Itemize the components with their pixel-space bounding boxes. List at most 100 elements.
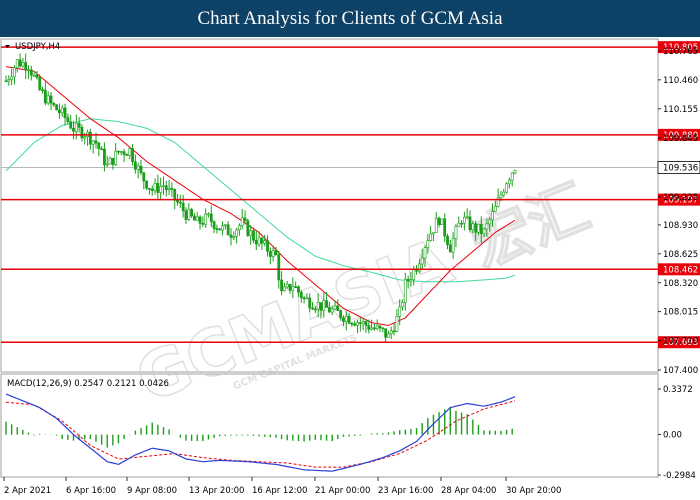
price-tick-label: 108.930 xyxy=(663,221,698,231)
candle-body xyxy=(465,216,469,219)
candle-body xyxy=(153,182,157,191)
time-tick-label: 16 Apr 12:00 xyxy=(252,486,307,496)
candle-body xyxy=(223,224,227,227)
macd-tick-label: 0.3372 xyxy=(663,385,693,395)
candle-body xyxy=(350,323,354,325)
watermark-brand: GCMASIA xyxy=(127,225,463,418)
candle-body xyxy=(13,67,16,78)
time-tick-label: 23 Apr 16:00 xyxy=(378,486,433,496)
candle-body xyxy=(83,136,87,139)
watermark: GCMASIA 宏汇GCM CAPITAL MARKETS xyxy=(126,171,600,418)
candle-body xyxy=(477,223,480,233)
candle-body xyxy=(94,140,98,144)
candle-body xyxy=(285,283,289,288)
candle-body xyxy=(201,223,205,225)
candle-body xyxy=(145,180,149,189)
candle-body xyxy=(491,211,494,221)
candle-body xyxy=(198,216,202,224)
candle-body xyxy=(117,150,120,153)
candle-body xyxy=(322,300,326,311)
candle-body xyxy=(412,268,416,280)
candle-body xyxy=(46,95,50,104)
candle-body xyxy=(372,327,376,330)
candle-body xyxy=(420,257,424,265)
candle-body xyxy=(167,188,171,191)
candle-body xyxy=(426,240,430,249)
candle-body xyxy=(471,223,475,231)
candle-body xyxy=(100,148,104,151)
candle-body xyxy=(27,69,30,72)
candle-body xyxy=(448,244,452,253)
candle-body xyxy=(69,121,73,129)
candle-body xyxy=(221,225,224,231)
candle-body xyxy=(212,221,216,229)
candle-body xyxy=(119,151,123,153)
candle-body xyxy=(246,220,250,236)
macd-tick-label: -0.2984 xyxy=(663,471,696,481)
candle-body xyxy=(240,217,244,226)
candle-body xyxy=(108,157,112,165)
candle-body xyxy=(479,223,483,235)
candle-body xyxy=(7,79,11,82)
candle-body xyxy=(15,59,19,69)
price-tick-label: 109.225 xyxy=(663,193,698,203)
price-tick-label: 109.845 xyxy=(663,134,698,144)
candle-body xyxy=(178,201,182,204)
candle-body xyxy=(325,300,328,308)
candle-body xyxy=(263,240,267,244)
candle-body xyxy=(333,305,337,310)
candle-body xyxy=(434,217,438,233)
time-tick-label: 28 Apr 04:00 xyxy=(441,486,496,496)
candle-body xyxy=(330,308,334,313)
candle-body xyxy=(21,62,25,67)
candle-body xyxy=(507,179,511,185)
candle-body xyxy=(291,286,295,291)
candle-body xyxy=(125,154,129,156)
price-axis: 110.765 110.460 110.155 109.845 109.536 109.2… xyxy=(657,47,700,376)
candle-body xyxy=(389,330,393,335)
candle-body xyxy=(66,117,70,123)
candle-body xyxy=(266,240,269,252)
candle-body xyxy=(446,235,449,245)
time-axis: 2 Apr 2021 6 Apr 16:00 9 Apr 08:00 13 Apr 2… xyxy=(3,477,561,496)
candle-body xyxy=(77,122,81,128)
candle-body xyxy=(384,328,388,338)
candle-body xyxy=(88,131,92,145)
candle-body xyxy=(187,209,191,220)
candle-body xyxy=(361,321,365,324)
candle-body xyxy=(311,307,314,310)
candle-body xyxy=(111,157,115,165)
candle-body xyxy=(80,127,84,139)
candle-body xyxy=(148,187,151,190)
candle-body xyxy=(170,188,174,190)
candle-body xyxy=(257,237,261,245)
candle-body xyxy=(159,186,163,193)
candle-body xyxy=(294,286,298,289)
candle-body xyxy=(510,172,514,181)
candle-body xyxy=(451,238,455,253)
candle-body xyxy=(142,172,146,182)
candle-body xyxy=(403,278,407,303)
price-tick-label: 108.625 xyxy=(663,250,698,260)
candle-body xyxy=(364,321,368,326)
candle-body xyxy=(395,316,399,332)
candle-body xyxy=(4,80,8,83)
candle-body xyxy=(370,327,373,330)
candle-body xyxy=(347,315,351,324)
price-tick-label: 110.460 xyxy=(663,76,698,86)
level-label: 108.462 xyxy=(663,265,698,275)
candle-body xyxy=(437,217,441,225)
candle-body xyxy=(184,210,188,220)
candle-body xyxy=(493,206,497,212)
candle-body xyxy=(336,305,340,312)
candle-body xyxy=(52,102,56,106)
candle-body xyxy=(308,297,312,309)
candle-body xyxy=(381,327,385,330)
candle-body xyxy=(344,315,348,322)
candle-body xyxy=(218,228,222,231)
candle-body xyxy=(316,302,320,310)
candle-body xyxy=(91,140,95,145)
candle-body xyxy=(249,230,253,236)
candle-body xyxy=(190,209,194,217)
macd-tick-label: 0.00 xyxy=(663,431,682,441)
